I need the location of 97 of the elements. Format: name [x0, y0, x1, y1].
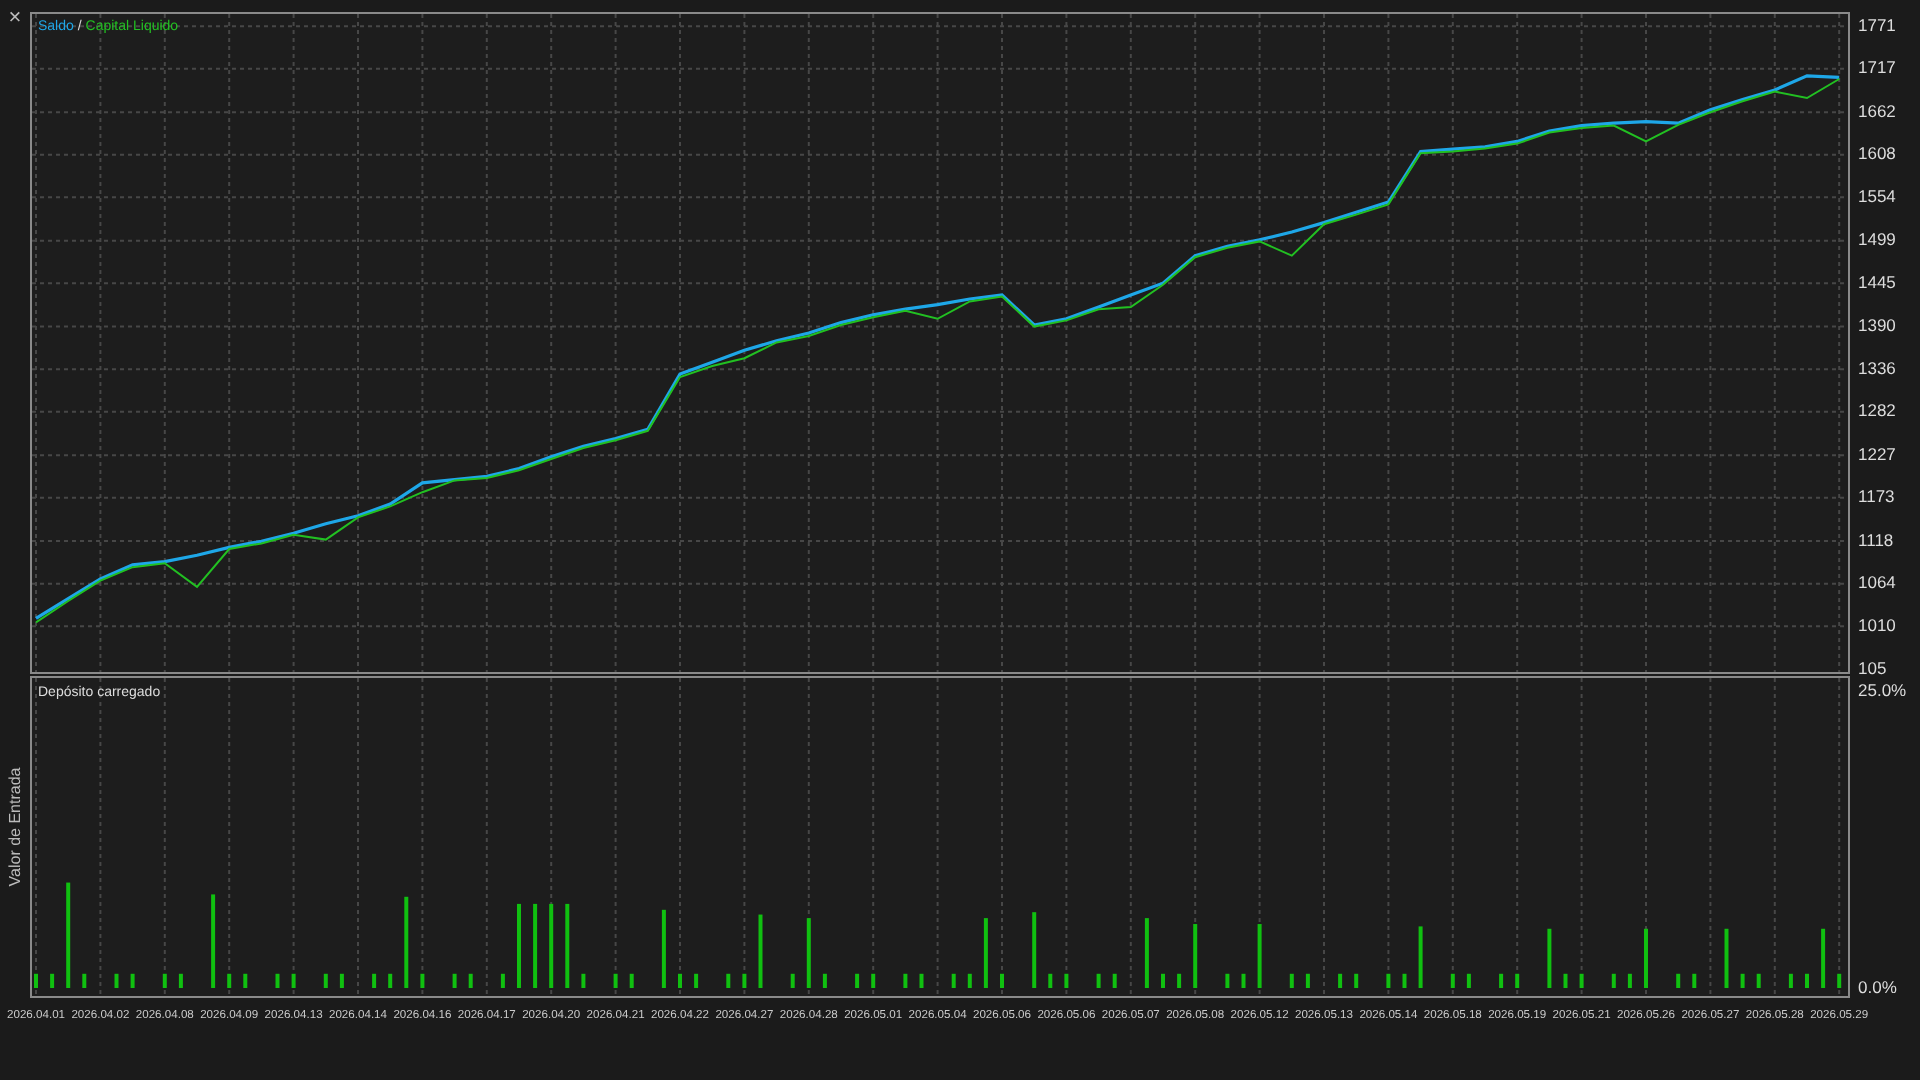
bar — [565, 903, 570, 988]
bar — [1305, 973, 1310, 988]
bar — [822, 973, 827, 988]
bar — [50, 973, 55, 988]
bar — [291, 973, 296, 988]
bar — [629, 973, 634, 988]
bar — [1579, 973, 1584, 988]
bar — [1627, 973, 1632, 988]
bar — [275, 973, 280, 988]
bar — [758, 914, 763, 988]
bar — [1096, 973, 1101, 988]
bar — [1193, 924, 1198, 988]
bar — [613, 973, 618, 988]
bar — [114, 973, 119, 988]
bar — [452, 973, 457, 988]
bar — [468, 973, 473, 988]
axis-tick-label: 1282 — [1858, 400, 1896, 421]
bar — [372, 973, 377, 988]
axis-tick-label: 1554 — [1858, 185, 1896, 206]
bar — [243, 973, 248, 988]
bar — [951, 973, 956, 988]
bar — [1756, 973, 1761, 988]
bar — [1402, 973, 1407, 988]
bar — [1032, 912, 1037, 988]
bar — [1515, 973, 1520, 988]
bar — [1821, 928, 1826, 988]
bar — [1692, 973, 1697, 988]
bar — [1466, 973, 1471, 988]
bar — [1724, 928, 1729, 988]
bar — [855, 973, 860, 988]
bar — [388, 973, 393, 988]
bar — [1177, 973, 1182, 988]
axis-tick-label: 105 — [1858, 658, 1887, 679]
bar — [1676, 973, 1681, 988]
bar — [549, 903, 554, 988]
bar — [130, 973, 135, 988]
bar — [1225, 973, 1230, 988]
bar — [323, 973, 328, 988]
axis-tick-label: 1118 — [1858, 529, 1894, 550]
bar — [1740, 973, 1745, 988]
bar — [211, 894, 216, 988]
close-icon[interactable]: × — [8, 8, 22, 30]
bar — [694, 973, 699, 988]
bar — [1611, 973, 1616, 988]
bar — [661, 909, 666, 988]
bar — [162, 973, 167, 988]
bar — [1354, 973, 1359, 988]
bar — [82, 973, 87, 988]
axis-tick-label: 1771 — [1858, 14, 1896, 35]
bar — [1289, 973, 1294, 988]
bar — [1338, 973, 1343, 988]
bar — [1547, 928, 1552, 988]
bar — [1837, 973, 1842, 988]
bar — [227, 973, 232, 988]
bar — [404, 896, 409, 988]
axis-tick-label: 1390 — [1858, 315, 1896, 336]
bar — [790, 973, 795, 988]
axis-tick-label: 25.0% — [1858, 680, 1907, 701]
bar — [903, 973, 908, 988]
axis-tick-label: 1336 — [1858, 357, 1896, 378]
bar — [1418, 926, 1423, 988]
bar — [726, 973, 731, 988]
axis-tick-label: 1227 — [1858, 443, 1896, 464]
bar — [1112, 973, 1117, 988]
bar — [533, 903, 538, 988]
bar — [66, 882, 71, 988]
bar — [1064, 973, 1069, 988]
axis-tick-label: 0.0% — [1858, 976, 1897, 997]
bar — [742, 973, 747, 988]
bar — [806, 918, 811, 988]
bar — [1386, 973, 1391, 988]
bar — [1563, 973, 1568, 988]
bar — [1788, 973, 1793, 988]
bar — [1241, 973, 1246, 988]
bar — [1048, 973, 1053, 988]
bar — [500, 973, 505, 988]
axis-tick-label: 1445 — [1858, 271, 1896, 292]
axis-label: Valor de Entrada — [6, 766, 24, 886]
axis-tick-label: 1173 — [1858, 486, 1895, 507]
bar — [983, 918, 988, 988]
bar — [967, 973, 972, 988]
axis-tick-label: 1010 — [1858, 614, 1896, 635]
axis-tick-label: 1662 — [1858, 100, 1896, 121]
bar — [581, 973, 586, 988]
axis-tick-label: 1717 — [1858, 57, 1896, 78]
bar — [1257, 924, 1262, 988]
axis-tick-label: 1064 — [1858, 572, 1896, 593]
bar — [178, 973, 183, 988]
bar — [1499, 973, 1504, 988]
bar — [1450, 973, 1455, 988]
bar — [420, 973, 425, 988]
bar — [339, 973, 344, 988]
bar — [871, 973, 876, 988]
bar — [919, 973, 924, 988]
axis-tick-label: 1608 — [1858, 143, 1896, 164]
bar — [1144, 918, 1149, 988]
axis-tick-label: 1499 — [1858, 229, 1896, 250]
